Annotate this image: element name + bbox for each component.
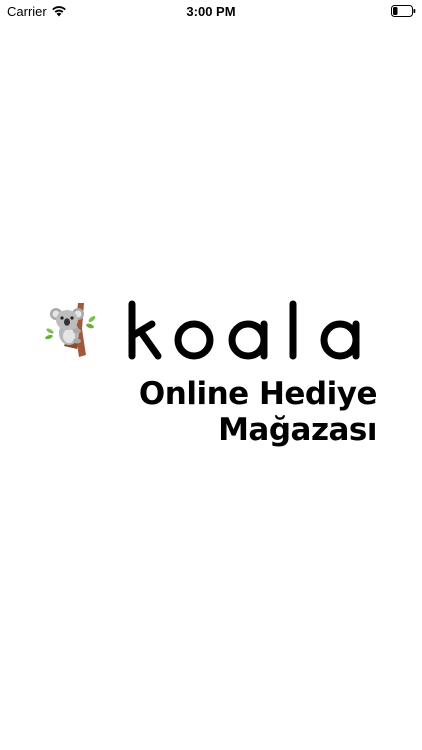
- status-bar: Carrier 3:00 PM: [0, 0, 422, 22]
- battery-low-icon: [391, 5, 416, 17]
- brand-wordmark: koala: [128, 300, 360, 360]
- status-time: 3:00 PM: [186, 4, 236, 19]
- tagline: Online Hediye Mağazası: [138, 376, 378, 448]
- tagline-line-1: Online Hediye: [138, 376, 378, 412]
- koala-on-branch-icon: [45, 303, 96, 357]
- tagline-line-2: Mağazası: [218, 412, 377, 448]
- splash-screen: Carrier 3:00 PM Online Hediye Mağazası: [0, 0, 422, 750]
